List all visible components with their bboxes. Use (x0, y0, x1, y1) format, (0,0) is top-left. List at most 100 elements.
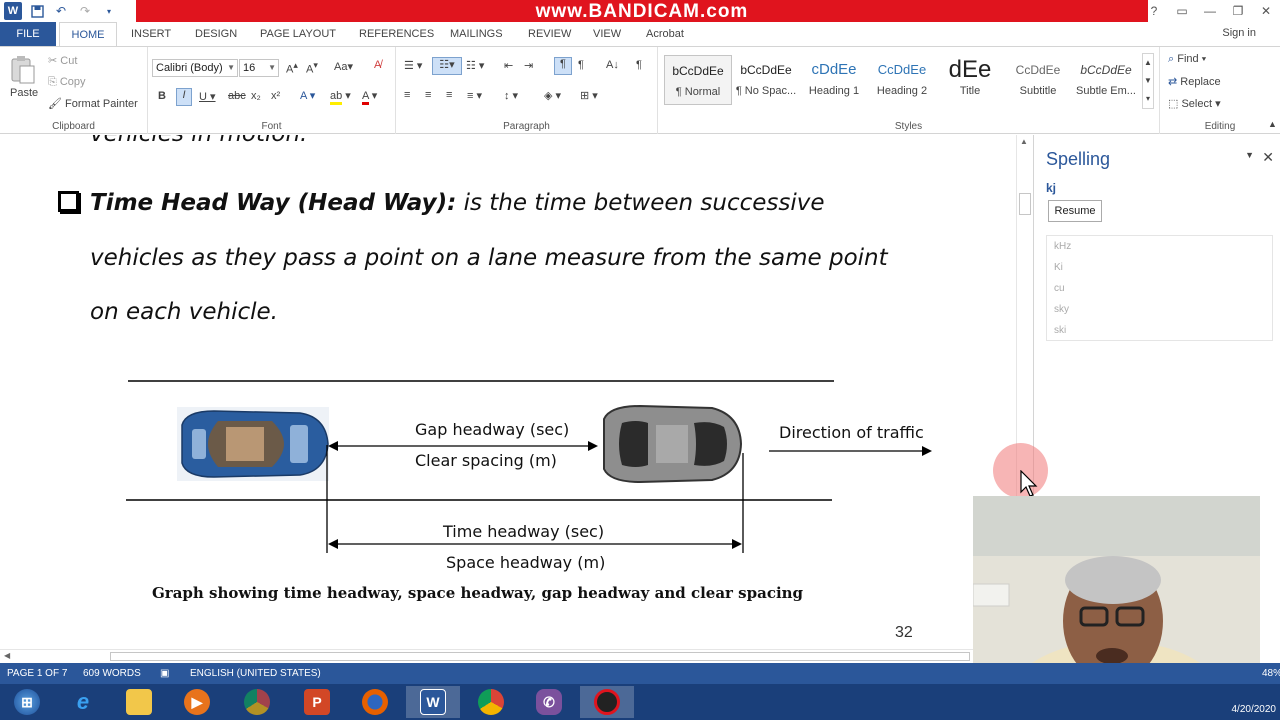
grow-font-icon[interactable]: A▴ (286, 60, 298, 76)
tab-page-layout[interactable]: PAGE LAYOUT (260, 22, 336, 46)
undo-icon[interactable]: ↶ (52, 2, 70, 20)
tab-insert[interactable]: INSERT (131, 22, 171, 46)
cut-button[interactable]: ✂ Cut (48, 54, 77, 67)
suggestion-item[interactable]: cu (1047, 278, 1272, 299)
align-center-icon[interactable]: ≡ (425, 89, 431, 101)
scroll-thumb[interactable] (1019, 193, 1031, 215)
paste-icon[interactable] (10, 55, 36, 88)
help-icon[interactable]: ? (1140, 0, 1168, 22)
word-count[interactable]: 609 WORDS (83, 668, 141, 679)
ltr-icon[interactable]: ¶ (554, 57, 572, 75)
tab-review[interactable]: REVIEW (528, 22, 571, 46)
document-area[interactable]: vehicles in motion. Time Head Way (Head … (0, 135, 1032, 649)
scroll-left-icon[interactable]: ◀ (4, 651, 10, 660)
customize-icon[interactable]: ▾ (100, 2, 118, 20)
style-subtle-emphasis[interactable]: bCcDdEe Subtle Em... (1072, 55, 1140, 105)
bold-icon[interactable]: B (158, 90, 166, 102)
clear-formatting-icon[interactable]: A̸ (374, 59, 381, 71)
select-button[interactable]: ⬚ Select ▾ (1168, 97, 1221, 110)
save-icon[interactable] (28, 2, 46, 20)
language-indicator[interactable]: ENGLISH (UNITED STATES) (190, 668, 321, 679)
style-no-spacing[interactable]: bCcDdEe ¶ No Spac... (732, 55, 800, 105)
format-painter-button[interactable]: 🖌 Format Painter (48, 97, 138, 110)
subscript-icon[interactable]: x₂ (251, 90, 261, 102)
taskbar-chrome-2[interactable] (464, 686, 518, 718)
justify-icon[interactable]: ≡ ▾ (467, 89, 482, 102)
underline-icon[interactable]: U ▾ (199, 90, 216, 103)
strikethrough-icon[interactable]: abc (228, 90, 246, 102)
tab-acrobat[interactable]: Acrobat (646, 22, 684, 46)
clock-date[interactable]: 4/20/2020 (1232, 704, 1277, 715)
resume-button[interactable]: Resume (1048, 200, 1102, 222)
align-right-icon[interactable]: ≡ (446, 89, 452, 101)
change-case-icon[interactable]: Aa▾ (334, 60, 353, 73)
close-icon[interactable]: ✕ (1262, 149, 1274, 166)
increase-indent-icon[interactable]: ⇥ (524, 59, 533, 72)
style-subtitle[interactable]: CcDdEe Subtitle (1004, 55, 1072, 105)
styles-scroll-icon[interactable]: ▲ ▼ ▾ (1142, 53, 1154, 109)
numbering-icon[interactable]: ☷▾ (432, 57, 462, 75)
show-marks-icon[interactable]: ¶ (636, 59, 642, 71)
taskbar-ie[interactable]: e (56, 686, 110, 718)
font-name-select[interactable]: Calibri (Body) ▼ (152, 59, 238, 77)
close-icon[interactable]: ✕ (1252, 0, 1280, 22)
tab-design[interactable]: DESIGN (195, 22, 237, 46)
taskbar-powerpoint[interactable]: P (290, 686, 344, 718)
borders-icon[interactable]: ⊞ ▾ (580, 89, 598, 102)
text-effects-icon[interactable]: A ▾ (300, 89, 315, 102)
tab-references[interactable]: REFERENCES (359, 22, 434, 46)
shrink-font-icon[interactable]: A▾ (306, 60, 318, 76)
bullets-icon[interactable]: ☰ ▾ (404, 59, 422, 72)
italic-icon[interactable]: I (176, 88, 192, 106)
font-size-select[interactable]: 16 ▼ (239, 59, 279, 77)
taskbar-viber[interactable]: ✆ (522, 686, 576, 718)
style-heading-1[interactable]: cDdEe Heading 1 (800, 55, 868, 105)
tab-view[interactable]: VIEW (593, 22, 621, 46)
proofing-icon[interactable]: ▣ (160, 668, 169, 679)
taskbar-word[interactable]: W (406, 686, 460, 718)
horizontal-scrollbar[interactable]: ◀ (0, 649, 973, 663)
shading-icon[interactable]: ◈ ▾ (544, 89, 561, 102)
suggestion-item[interactable]: ski (1047, 320, 1272, 341)
start-button[interactable]: ⊞ (0, 686, 54, 718)
align-left-icon[interactable]: ≡ (404, 89, 410, 101)
paste-button[interactable]: Paste (10, 87, 38, 99)
tab-file[interactable]: FILE (0, 22, 56, 46)
taskbar-chrome[interactable] (230, 686, 284, 718)
tab-home[interactable]: HOME (59, 22, 117, 46)
suggestion-item[interactable]: Ki (1047, 257, 1272, 278)
find-button[interactable]: ⌕ Find ▾ (1168, 53, 1206, 66)
zoom-level[interactable]: 48% (1262, 668, 1280, 679)
highlight-icon[interactable]: ab ▾ (330, 89, 351, 105)
font-color-icon[interactable]: A ▾ (362, 89, 377, 105)
taskbar-firefox[interactable] (348, 686, 402, 718)
rtl-icon[interactable]: ¶ (578, 59, 584, 71)
scroll-up-icon[interactable]: ▲ (1020, 137, 1028, 146)
taskbar-bandicam[interactable] (580, 686, 634, 718)
sign-in-link[interactable]: Sign in (1222, 27, 1256, 39)
ribbon-display-icon[interactable]: ▭ (1168, 0, 1196, 22)
redo-icon[interactable]: ↷ (76, 2, 94, 20)
copy-button[interactable]: ⎘ Copy (48, 76, 86, 89)
line-spacing-icon[interactable]: ↕ ▾ (504, 89, 518, 102)
hscroll-thumb[interactable] (110, 652, 970, 661)
tab-mailings[interactable]: MAILINGS (450, 22, 503, 46)
suggestion-item[interactable]: sky (1047, 299, 1272, 320)
restore-icon[interactable]: ❐ (1224, 0, 1252, 22)
style-normal[interactable]: bCcDdEe ¶ Normal (664, 55, 732, 105)
decrease-indent-icon[interactable]: ⇤ (504, 59, 513, 72)
collapse-ribbon-icon[interactable]: ▲ (1268, 119, 1277, 129)
page-count[interactable]: PAGE 1 OF 7 (7, 668, 67, 679)
word-logo-icon[interactable]: W (4, 2, 22, 20)
sort-icon[interactable]: A↓ (606, 59, 619, 71)
style-heading-2[interactable]: CcDdEe Heading 2 (868, 55, 936, 105)
replace-button[interactable]: ⇄ Replace (1168, 75, 1221, 88)
superscript-icon[interactable]: x² (271, 90, 280, 102)
multilevel-list-icon[interactable]: ☷ ▾ (466, 59, 484, 72)
pane-options-icon[interactable]: ▼ (1245, 150, 1254, 160)
taskbar-media-player[interactable]: ▶ (170, 686, 224, 718)
taskbar-explorer[interactable] (112, 686, 166, 718)
suggestion-item[interactable]: kHz (1047, 236, 1272, 257)
minimize-icon[interactable]: — (1196, 0, 1224, 22)
style-title[interactable]: dEe Title (936, 55, 1004, 105)
